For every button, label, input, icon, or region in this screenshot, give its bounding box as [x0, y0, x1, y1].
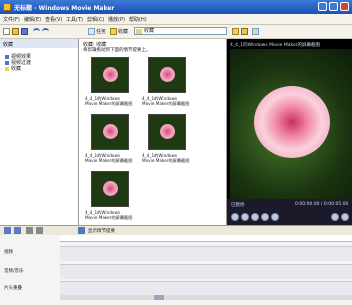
stop-icon[interactable]	[241, 213, 249, 221]
redo-icon[interactable]	[42, 28, 49, 35]
tasks-pane-icon[interactable]	[88, 28, 95, 35]
menu-clip[interactable]: 剪辑(C)	[87, 16, 104, 23]
clip-tile[interactable]: 4_4_1的Windows Movie Maker的屏幕截图	[142, 114, 202, 174]
menu-play[interactable]: 播放(P)	[108, 16, 125, 23]
menu-view[interactable]: 查看(V)	[45, 16, 62, 23]
clip-thumbnail	[148, 114, 186, 150]
new-project-icon[interactable]	[3, 28, 10, 35]
collection-select[interactable]: 收藏	[134, 27, 227, 35]
split-clip-icon[interactable]	[331, 213, 339, 221]
title-overlay-track[interactable]	[60, 281, 352, 296]
show-storyboard-button[interactable]: 显示情节提要	[88, 228, 115, 234]
rose-image	[254, 86, 330, 158]
tasks-header-label: 收藏	[3, 42, 14, 48]
clip-thumbnail	[91, 171, 129, 207]
collections-button-label[interactable]: 收藏	[118, 28, 128, 35]
preview-image	[230, 49, 352, 199]
play-timeline-icon[interactable]	[36, 227, 43, 234]
rose-image	[160, 67, 175, 82]
clip-caption: 4_4_1的Windows Movie Maker的屏幕截图	[85, 153, 133, 163]
toolbar: 任务 收藏 收藏	[0, 25, 352, 39]
zoom-in-icon[interactable]	[4, 227, 11, 234]
audio-track[interactable]	[60, 264, 352, 279]
snapshot-icon[interactable]	[341, 213, 349, 221]
transitions-icon	[5, 60, 9, 65]
effects-icon	[5, 54, 9, 59]
tasks-header: 收藏	[0, 39, 78, 48]
clip-caption: 4_4_1的Windows Movie Maker的屏幕截图	[142, 96, 190, 106]
clip-tile[interactable]: 4_4_1的Windows Movie Maker的屏幕截图	[142, 57, 202, 117]
menu-bar: 文件(F) 编辑(E) 查看(V) 工具(T) 剪辑(C) 播放(P) 帮助(H…	[0, 14, 352, 25]
scrollbar-thumb[interactable]	[154, 295, 164, 300]
collection-select-value: 收藏	[144, 28, 155, 34]
close-button[interactable]	[340, 2, 349, 11]
rewind-icon[interactable]	[26, 227, 33, 234]
folder-icon	[5, 66, 9, 71]
time-ruler	[60, 235, 352, 242]
storyboard-icon[interactable]	[78, 227, 85, 234]
collection-pane: 收藏: 收藏 将剪辑拖动到下面的情节提要上。 4_4_1的Windows Mov…	[79, 39, 227, 225]
collections-pane-icon[interactable]	[110, 28, 117, 35]
menu-tools[interactable]: 工具(T)	[66, 16, 83, 23]
open-project-icon[interactable]	[12, 28, 19, 35]
rose-image	[160, 124, 175, 139]
clip-thumbnail	[91, 114, 129, 150]
track-label-audio: 音频/音乐	[4, 269, 24, 274]
clip-caption: 4_4_1的Windows Movie Maker的屏幕截图	[85, 210, 133, 220]
tree-item-collections[interactable]: 收藏	[5, 65, 21, 72]
tasks-pane: 收藏 视频效果 视频过渡 收藏	[0, 39, 79, 225]
preview-monitor: 4_4_1的Windows Movie Maker的屏幕截图 已暂停 0:00:…	[227, 39, 352, 225]
clip-thumbnail	[148, 57, 186, 93]
title-bar: 无标题 - Windows Movie Maker	[0, 0, 352, 14]
menu-file[interactable]: 文件(F)	[3, 16, 20, 23]
fullscreen-icon[interactable]	[271, 213, 279, 221]
minimize-button[interactable]	[318, 2, 327, 11]
clip-tile[interactable]: 4_4_1的Windows Movie Maker的屏幕截图	[85, 114, 145, 174]
app-icon	[3, 3, 11, 11]
window-title: 无标题 - Windows Movie Maker	[14, 5, 115, 12]
new-folder-icon[interactable]	[241, 28, 248, 35]
view-options-icon[interactable]	[252, 28, 259, 35]
undo-icon[interactable]	[33, 28, 40, 35]
rose-image	[103, 124, 118, 139]
folder-icon	[136, 29, 142, 34]
clip-caption: 4_4_1的Windows Movie Maker的屏幕截图	[85, 96, 133, 106]
previous-frame-icon[interactable]	[251, 213, 259, 221]
collection-hint: 将剪辑拖动到下面的情节提要上。	[83, 48, 151, 53]
video-track[interactable]	[60, 246, 352, 261]
timeline-scrollbar[interactable]	[60, 295, 352, 300]
tasks-button-label[interactable]: 任务	[96, 28, 106, 35]
menu-help[interactable]: 帮助(H)	[129, 16, 147, 23]
playback-status: 已暂停	[231, 203, 245, 208]
preview-title: 4_4_1的Windows Movie Maker的屏幕截图	[230, 43, 321, 48]
save-project-icon[interactable]	[21, 28, 28, 35]
clip-caption: 4_4_1的Windows Movie Maker的屏幕截图	[142, 153, 190, 163]
next-frame-icon[interactable]	[261, 213, 269, 221]
clip-thumbnail	[91, 57, 129, 93]
clip-tile[interactable]: 4_4_1的Windows Movie Maker的屏幕截图	[85, 57, 145, 117]
maximize-button[interactable]	[329, 2, 338, 11]
playback-time: 0:00:00.00 / 0:00:05.00	[295, 202, 349, 207]
clip-tile[interactable]: 4_4_1的Windows Movie Maker的屏幕截图	[85, 171, 145, 231]
zoom-out-icon[interactable]	[14, 227, 21, 234]
track-label-title-overlay: 片头重叠	[4, 286, 22, 291]
app-window: 无标题 - Windows Movie Maker 文件(F) 编辑(E) 查看…	[0, 0, 352, 305]
track-label-video: 视频	[4, 250, 13, 255]
menu-edit[interactable]: 编辑(E)	[24, 16, 41, 23]
preview-controls: 已暂停 0:00:00.00 / 0:00:05.00	[227, 199, 352, 225]
tree-item-label: 收藏	[11, 66, 22, 72]
timeline: 视频 音频/音乐 片头重叠	[0, 235, 352, 305]
rose-image	[103, 181, 118, 196]
up-folder-icon[interactable]	[232, 28, 239, 35]
play-icon[interactable]	[231, 213, 239, 221]
rose-image	[103, 67, 118, 82]
